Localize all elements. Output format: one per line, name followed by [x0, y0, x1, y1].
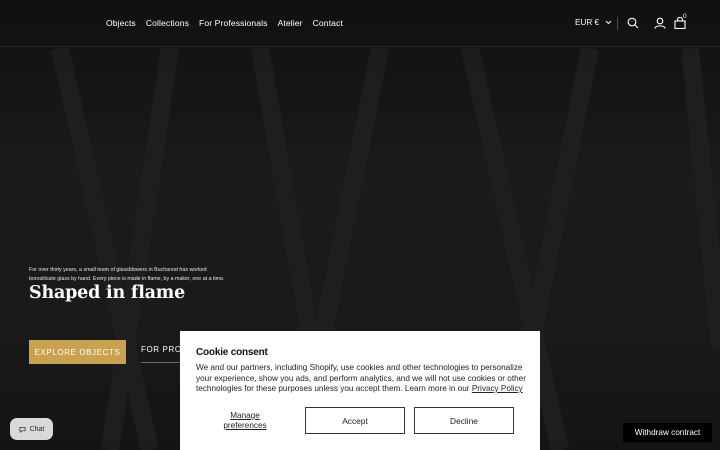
decline-button[interactable]: Decline — [414, 407, 514, 434]
header-divider — [617, 17, 618, 30]
cookie-title: Cookie consent — [196, 347, 268, 358]
main-nav: Objects Collections For Professionals At… — [106, 18, 343, 28]
currency-label: EUR € — [575, 18, 600, 27]
hero-intro-line: For over thirty years, a small team of g… — [29, 267, 207, 273]
explore-objects-button[interactable]: EXPLORE OBJECTS — [29, 340, 126, 364]
chat-bubble-icon — [19, 426, 26, 433]
hero-title: Shaped in flame — [29, 283, 186, 303]
nav-item-atelier[interactable]: Atelier — [278, 18, 303, 28]
cookie-consent-dialog: Cookie consent We and our partners, incl… — [180, 331, 540, 450]
chat-label: Chat — [29, 425, 45, 433]
user-icon[interactable] — [654, 17, 666, 29]
hero-intro: For over thirty years, a small team of g… — [29, 266, 239, 284]
nav-item-for-professionals[interactable]: For Professionals — [199, 18, 268, 28]
currency-selector[interactable]: EUR € — [575, 18, 612, 27]
nav-item-collections[interactable]: Collections — [146, 18, 189, 28]
accept-button[interactable]: Accept — [305, 407, 405, 434]
cart-count-badge: 0 — [683, 13, 687, 20]
search-icon[interactable] — [627, 17, 639, 29]
privacy-policy-link[interactable]: Privacy Policy — [472, 384, 523, 393]
cookie-text: We and our partners, including Shopify, … — [196, 363, 528, 395]
chevron-down-icon — [605, 20, 612, 25]
site-header: Objects Collections For Professionals At… — [0, 0, 720, 47]
chat-button[interactable]: Chat — [10, 418, 53, 440]
manage-preferences-link[interactable]: Manage preferences — [220, 411, 270, 430]
nav-item-contact[interactable]: Contact — [313, 18, 343, 28]
withdraw-contract-button[interactable]: Withdraw contract — [623, 423, 712, 442]
nav-item-objects[interactable]: Objects — [106, 18, 136, 28]
